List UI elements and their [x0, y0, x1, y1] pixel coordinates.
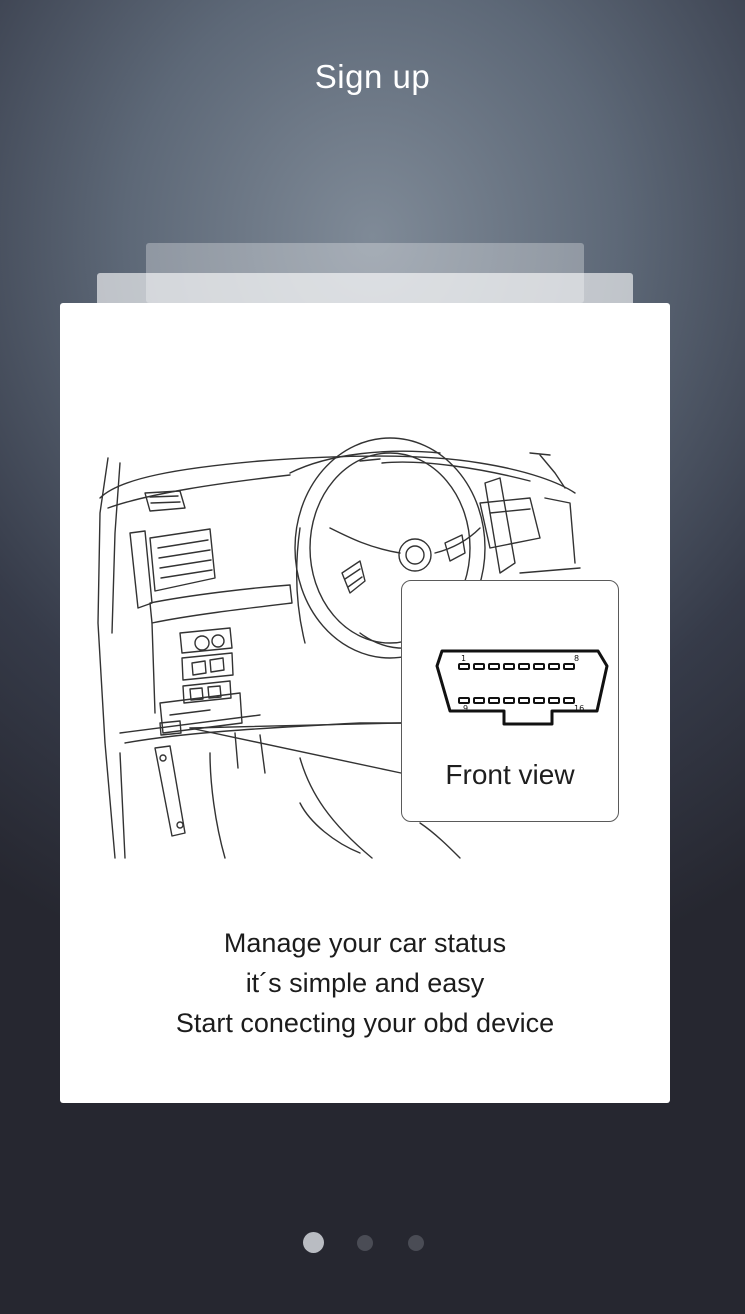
page-dot-1-active[interactable]: [303, 1232, 324, 1253]
front-view-label: Front view: [445, 759, 575, 790]
description-line-1: Manage your car status: [223, 928, 507, 958]
page-indicator: [0, 1232, 745, 1254]
description-line-2: it´s simple and easy: [245, 968, 485, 998]
page-dot-2[interactable]: [357, 1235, 373, 1251]
obd-callout: 1 8 9 16 Front view: [401, 580, 619, 822]
pin-label-16: 16: [574, 704, 584, 713]
onboarding-card[interactable]: 1 8 9 16 Front view Manage your car stat…: [60, 303, 670, 1103]
page-dot-3[interactable]: [408, 1235, 424, 1251]
obd-connector-icon: 1 8 9 16: [435, 649, 609, 726]
description-line-3: Start conecting your obd device: [175, 1008, 555, 1038]
pin-label-9: 9: [463, 704, 468, 713]
pin-label-8: 8: [574, 654, 579, 663]
page-title: Sign up: [314, 58, 431, 95]
card-description: Manage your car status it´s simple and e…: [60, 923, 670, 1043]
pin-label-1: 1: [461, 654, 466, 663]
